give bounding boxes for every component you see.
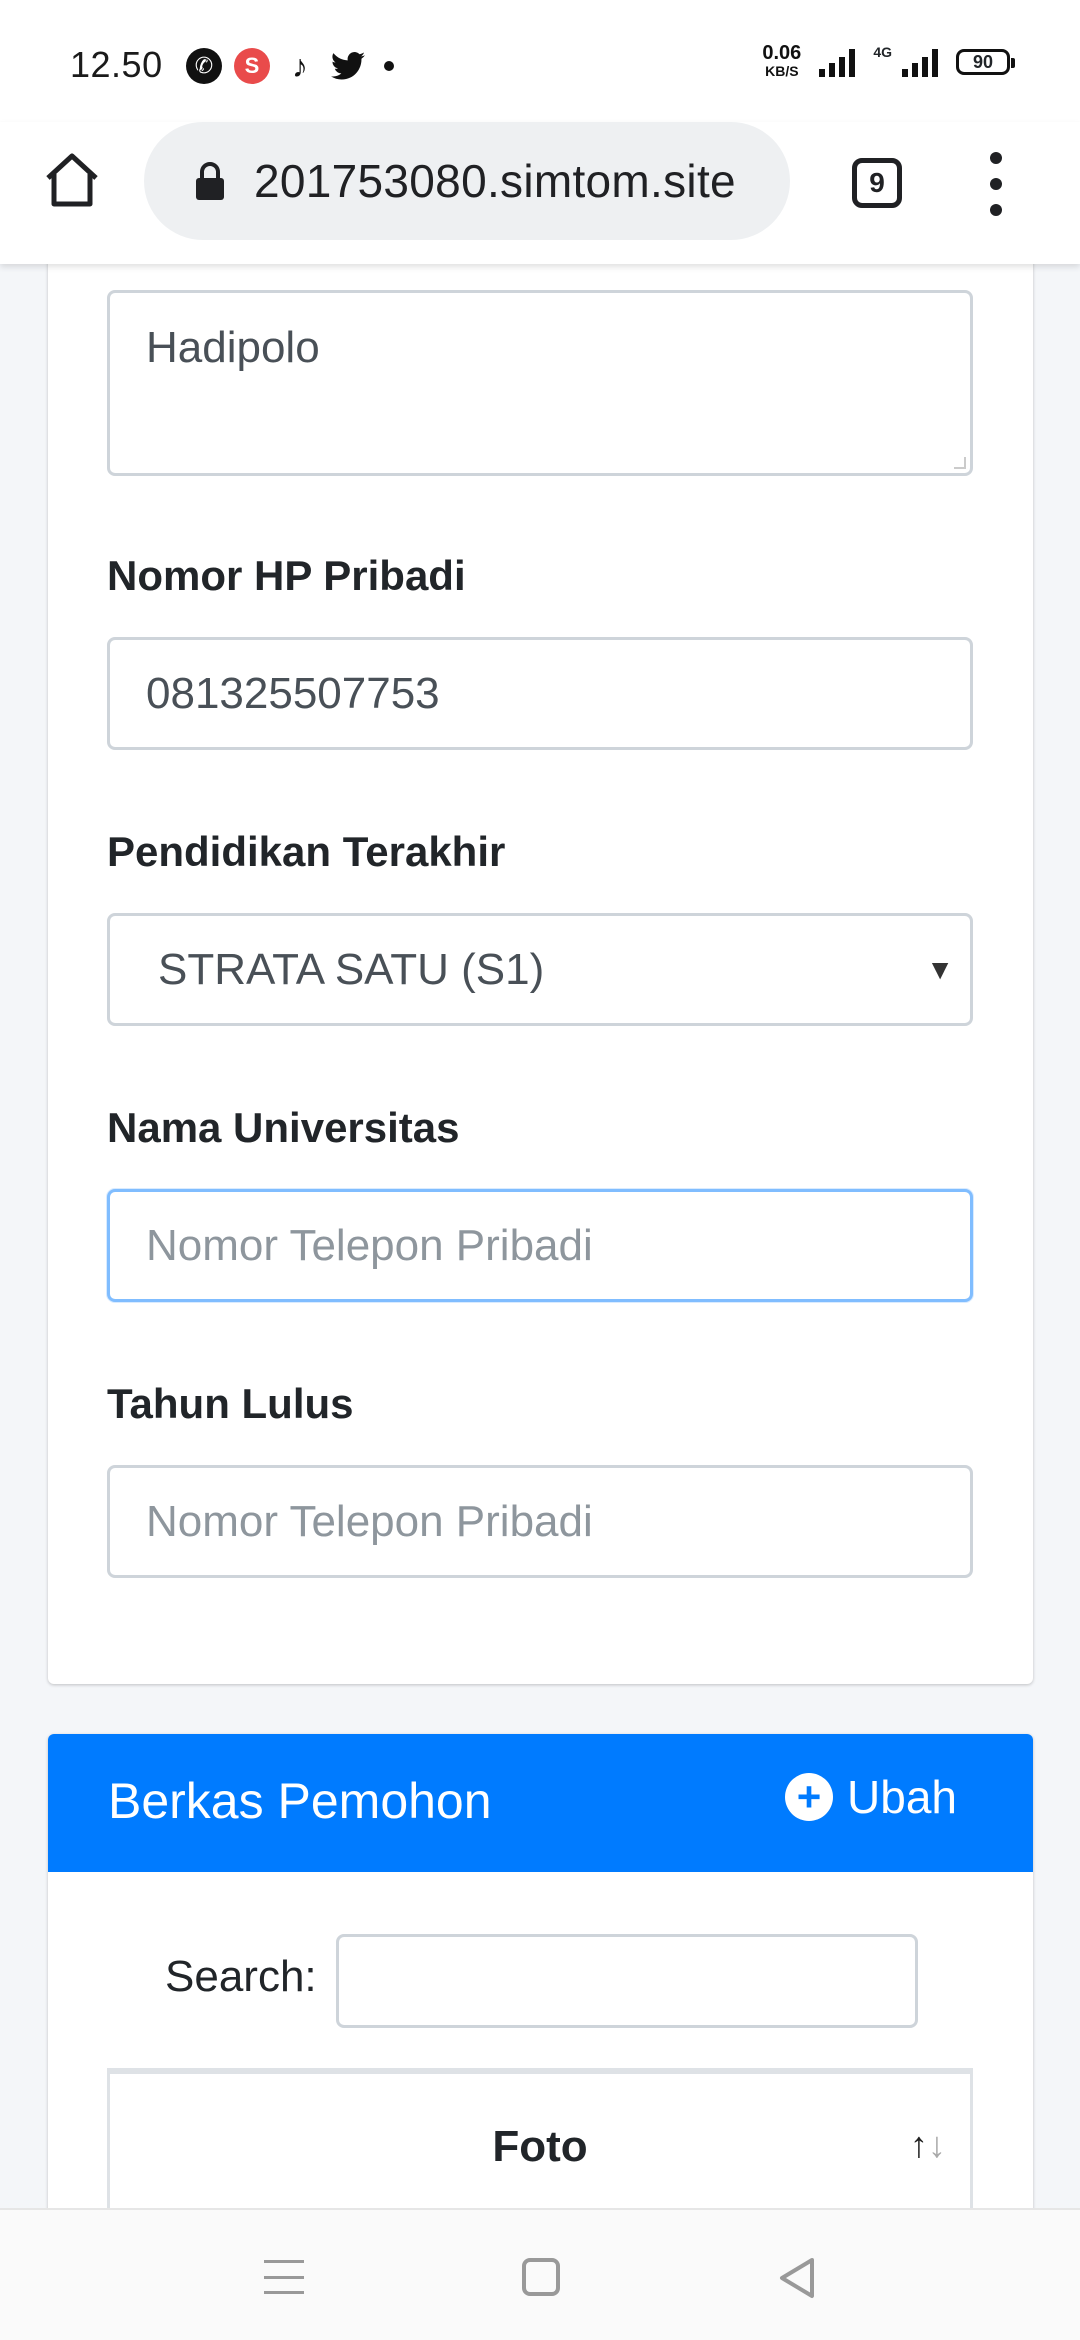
graduation-year-input[interactable]: Nomor Telepon Pribadi bbox=[107, 1465, 973, 1578]
phone-value: 081325507753 bbox=[146, 668, 440, 718]
education-label: Pendidikan Terakhir bbox=[107, 828, 506, 875]
plus-circle-icon: + bbox=[785, 1773, 834, 1821]
address-value: Hadipolo bbox=[146, 323, 320, 372]
net-speed-value: 0.06 bbox=[762, 42, 802, 64]
edit-button-label: Ubah bbox=[847, 1771, 957, 1823]
card-header: Berkas Pemohon + Ubah bbox=[48, 1734, 1033, 1872]
applicant-files-card: Berkas Pemohon + Ubah Search: Foto ↑↓ bbox=[48, 1734, 1033, 2274]
graduation-label: Tahun Lulus bbox=[107, 1380, 354, 1427]
menu-dot-icon bbox=[990, 204, 1002, 216]
graduation-placeholder: Nomor Telepon Pribadi bbox=[146, 1496, 593, 1546]
phone-input[interactable]: 081325507753 bbox=[107, 637, 973, 750]
menu-dot-icon bbox=[990, 178, 1002, 190]
twitter-icon bbox=[330, 48, 366, 84]
university-input[interactable]: Nomor Telepon Pribadi bbox=[107, 1189, 973, 1302]
url-bar[interactable]: 201753080.simtom.site bbox=[144, 122, 790, 240]
url-text: 201753080.simtom.site bbox=[254, 155, 736, 207]
edit-button[interactable]: + Ubah bbox=[785, 1770, 957, 1824]
system-nav-bar bbox=[0, 2208, 1080, 2340]
tiktok-icon: ♪ bbox=[292, 47, 308, 84]
table-header: Foto ↑↓ bbox=[107, 2068, 973, 2228]
university-placeholder: Nomor Telepon Pribadi bbox=[146, 1220, 593, 1270]
dot-icon bbox=[384, 61, 394, 71]
browser-toolbar: 201753080.simtom.site 9 bbox=[0, 122, 1080, 264]
browser-menu-button[interactable] bbox=[984, 152, 1008, 216]
resize-grip-icon[interactable] bbox=[954, 457, 966, 469]
network-type: 4G bbox=[873, 44, 892, 60]
dropdown-arrow-icon: ▼ bbox=[926, 953, 954, 985]
card-title: Berkas Pemohon bbox=[108, 1773, 492, 1829]
home-button[interactable] bbox=[40, 148, 104, 212]
home-icon bbox=[46, 153, 98, 207]
university-label: Nama Universitas bbox=[107, 1104, 460, 1151]
tab-switcher-button[interactable]: 9 bbox=[852, 158, 902, 208]
net-speed-unit: KB/S bbox=[765, 63, 799, 79]
status-right: 0.06 KB/S 4G 90 bbox=[762, 42, 1015, 80]
net-speed: 0.06 KB/S bbox=[762, 42, 802, 80]
education-select[interactable]: STRATA SATU (S1) ▼ bbox=[107, 913, 973, 1026]
search-label: Search: bbox=[165, 1952, 317, 2001]
signal-icon bbox=[819, 47, 856, 77]
column-header-foto[interactable]: Foto bbox=[110, 2122, 970, 2172]
whatsapp-icon: ✆ bbox=[186, 48, 222, 84]
address-textarea[interactable]: Hadipolo bbox=[107, 290, 973, 476]
home-nav-button[interactable] bbox=[522, 2258, 560, 2296]
battery-level: 90 bbox=[972, 51, 994, 72]
notification-icons: ✆ S ♪ bbox=[186, 48, 394, 84]
recents-button[interactable] bbox=[264, 2260, 304, 2294]
back-button[interactable] bbox=[776, 2256, 818, 2300]
tab-count: 9 bbox=[869, 167, 885, 198]
battery-icon: 90 bbox=[956, 49, 1015, 75]
status-time: 12.50 bbox=[70, 44, 163, 85]
education-selected: STRATA SATU (S1) bbox=[158, 944, 545, 994]
signal-4g-icon bbox=[902, 47, 938, 77]
lock-icon bbox=[196, 162, 224, 200]
status-bar: 12.50 ✆ S ♪ 0.06 KB/S 4G 90 bbox=[0, 0, 1080, 122]
applicant-data-card: Hadipolo Nomor HP Pribadi 081325507753 P… bbox=[48, 200, 1033, 1684]
sort-icon[interactable]: ↑↓ bbox=[910, 2124, 946, 2166]
s-app-icon: S bbox=[234, 48, 270, 84]
phone-label: Nomor HP Pribadi bbox=[107, 552, 466, 599]
search-input[interactable] bbox=[336, 1934, 918, 2028]
menu-dot-icon bbox=[990, 152, 1002, 164]
